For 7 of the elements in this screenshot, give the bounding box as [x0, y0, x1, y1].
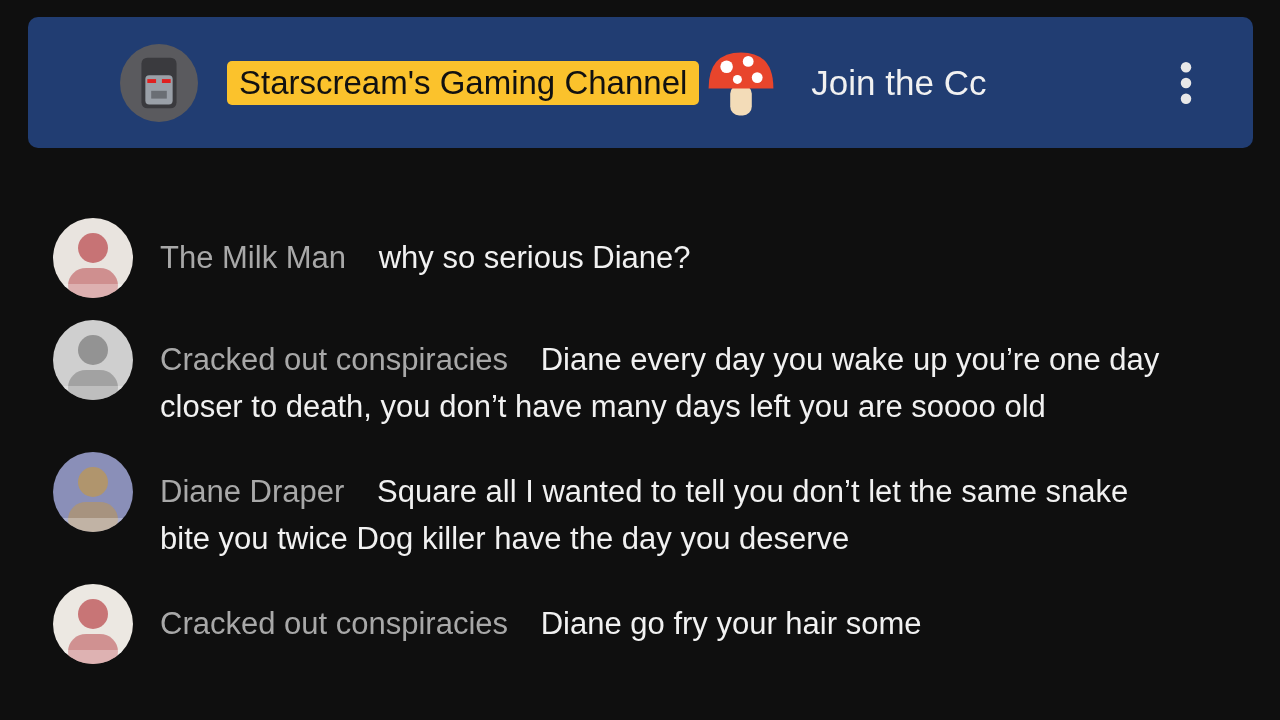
channel-name[interactable]: Starscream's Gaming Channel — [227, 60, 700, 105]
chat-message: Cracked out conspiracies Diane go fry your hair some — [160, 605, 923, 643]
chat-message: Diane Draper Square all I wanted to tell you don’t let the same snake bite you twice Dog killer have the day you deserve — [160, 473, 1130, 558]
robot-avatar-icon — [120, 43, 198, 122]
chat-message: The Milk Man why so serious Diane? — [160, 239, 692, 277]
chat-message: Cracked out conspiracies Diane every day you wake up you’re one day closer to death, you don’t have many days left you are soooo old — [160, 341, 1161, 426]
banner-message: Join the Cc — [811, 62, 987, 103]
